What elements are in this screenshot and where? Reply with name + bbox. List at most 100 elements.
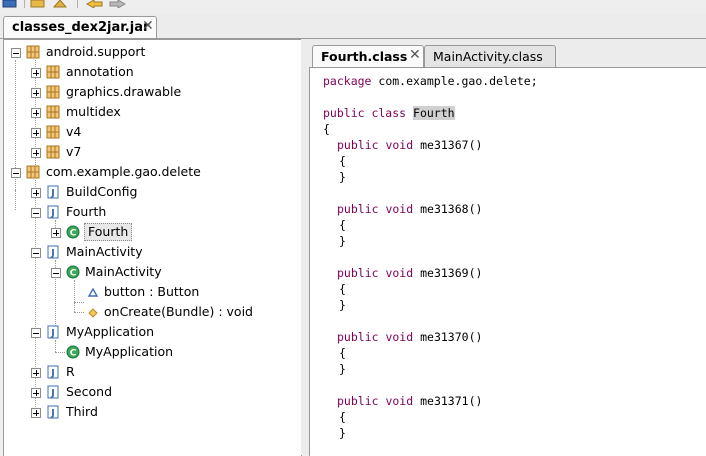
toolbar xyxy=(0,0,706,15)
open-folder-icon[interactable] xyxy=(30,0,46,8)
code-method-close: } xyxy=(339,426,346,440)
code-line-class: public class Fourth xyxy=(323,105,455,121)
method-icon xyxy=(88,308,98,318)
code-method-close: } xyxy=(339,362,346,376)
back-arrow-icon[interactable] xyxy=(86,0,104,8)
tab-mainactivity-class[interactable]: MainActivity.class xyxy=(424,45,556,67)
svg-text:C: C xyxy=(70,269,77,279)
tree-label: button : Button xyxy=(104,284,200,299)
tab-fourth-class[interactable]: Fourth.class ✕ xyxy=(312,45,424,67)
tree-package-graphics-drawable[interactable]: graphics.drawable xyxy=(4,82,301,102)
tree-package-android-support[interactable]: android.support xyxy=(4,42,301,62)
tree-method-oncreate[interactable]: onCreate(Bundle) : void xyxy=(4,302,301,322)
code-editor[interactable]: package com.example.gao.delete; public c… xyxy=(309,67,706,456)
expand-toggle-icon[interactable] xyxy=(31,128,41,138)
tree-file-buildconfig[interactable]: J BuildConfig xyxy=(4,182,301,202)
tree-file-second[interactable]: J Second xyxy=(4,382,301,402)
collapse-toggle-icon[interactable] xyxy=(51,268,61,278)
code-method-open: { xyxy=(339,154,346,168)
tree-package-com-example-gao-delete[interactable]: com.example.gao.delete xyxy=(4,162,301,182)
tree-file-r[interactable]: J R xyxy=(4,362,301,382)
package-icon xyxy=(46,125,60,139)
open-file-icon[interactable] xyxy=(2,0,18,8)
collapse-toggle-icon[interactable] xyxy=(31,208,41,218)
java-file-icon: J xyxy=(47,365,59,379)
code-method-name: me31367() xyxy=(420,138,483,152)
svg-text:J: J xyxy=(50,208,55,219)
code-class-name: Fourth xyxy=(413,106,455,120)
tree-label: MyApplication xyxy=(85,344,174,359)
expand-toggle-icon[interactable] xyxy=(31,408,41,418)
tree-file-myapplication[interactable]: J MyApplication xyxy=(4,322,301,342)
code-method-open: { xyxy=(339,346,346,360)
code-line-package: package com.example.gao.delete; xyxy=(323,73,538,89)
code-keyword: package xyxy=(323,74,372,88)
tree-field-button[interactable]: button : Button xyxy=(4,282,301,302)
tree-package-multidex[interactable]: multidex xyxy=(4,102,301,122)
code-method-name: me31368() xyxy=(420,202,483,216)
code-keyword: public class xyxy=(323,106,407,120)
expand-toggle-icon[interactable] xyxy=(31,148,41,158)
collapse-toggle-icon[interactable] xyxy=(31,248,41,258)
file-tab-classes-dex2jar[interactable]: classes_dex2jar.jar ✕ xyxy=(3,16,157,38)
expand-toggle-icon[interactable] xyxy=(31,188,41,198)
close-icon[interactable]: ✕ xyxy=(142,18,154,34)
expand-toggle-icon[interactable] xyxy=(31,68,41,78)
code-method-close: } xyxy=(339,234,346,248)
svg-text:J: J xyxy=(50,388,55,399)
tree-file-mainactivity[interactable]: J MainActivity xyxy=(4,242,301,262)
java-file-icon: J xyxy=(47,205,59,219)
code-line-method: public void me31368() xyxy=(337,201,482,217)
tree-class-mainactivity[interactable]: C MainActivity xyxy=(4,262,301,282)
tree-label: Fourth xyxy=(66,204,107,219)
tree-label: graphics.drawable xyxy=(66,84,182,99)
code-keyword: public void xyxy=(337,266,414,280)
save-icon[interactable] xyxy=(52,0,68,8)
tree-label: Fourth xyxy=(84,223,133,241)
tree-file-third[interactable]: J Third xyxy=(4,402,301,422)
code-line-method: public void me31367() xyxy=(337,137,482,153)
close-icon[interactable]: ✕ xyxy=(409,47,421,63)
code-line-open-brace: { xyxy=(323,122,330,136)
expand-toggle-icon[interactable] xyxy=(31,388,41,398)
expand-toggle-icon[interactable] xyxy=(31,368,41,378)
package-tree: android.support annotation graphics.draw… xyxy=(3,39,302,456)
code-keyword: public void xyxy=(337,138,414,152)
class-icon: C xyxy=(66,225,80,239)
tree-label: android.support xyxy=(46,44,146,59)
package-icon xyxy=(26,45,40,59)
panel-splitter[interactable] xyxy=(301,39,309,455)
expand-toggle-icon[interactable] xyxy=(31,88,41,98)
tree-class-myapplication[interactable]: C MyApplication xyxy=(4,342,301,362)
expand-toggle-icon[interactable] xyxy=(31,108,41,118)
tree-label: com.example.gao.delete xyxy=(46,164,201,179)
code-method-name: me31369() xyxy=(420,266,483,280)
tree-package-annotation[interactable]: annotation xyxy=(4,62,301,82)
tree-file-fourth[interactable]: J Fourth xyxy=(4,202,301,222)
tree-label: multidex xyxy=(66,104,121,119)
tree-label: annotation xyxy=(66,64,134,79)
svg-text:J: J xyxy=(50,248,55,259)
collapse-toggle-icon[interactable] xyxy=(11,48,21,58)
package-icon xyxy=(46,145,60,159)
svg-text:J: J xyxy=(50,408,55,419)
code-line-method: public void me31370() xyxy=(337,329,482,345)
tree-label: MainActivity xyxy=(85,264,162,279)
tab-label: MainActivity.class xyxy=(433,49,543,64)
tree-class-fourth[interactable]: C Fourth xyxy=(4,222,301,242)
code-keyword: public void xyxy=(337,330,414,344)
code-method-close: } xyxy=(339,298,346,312)
file-tab-label: classes_dex2jar.jar xyxy=(12,20,150,35)
collapse-toggle-icon[interactable] xyxy=(11,168,21,178)
class-icon: C xyxy=(66,345,80,359)
forward-arrow-icon[interactable] xyxy=(108,0,126,8)
expand-toggle-icon[interactable] xyxy=(51,228,61,238)
tree-label: onCreate(Bundle) : void xyxy=(104,304,253,319)
svg-text:J: J xyxy=(50,188,55,199)
tree-package-v4[interactable]: v4 xyxy=(4,122,301,142)
code-method-close: } xyxy=(339,170,346,184)
collapse-toggle-icon[interactable] xyxy=(31,328,41,338)
code-method-open: { xyxy=(339,410,346,424)
code-keyword: public void xyxy=(337,202,414,216)
tree-package-v7[interactable]: v7 xyxy=(4,142,301,162)
